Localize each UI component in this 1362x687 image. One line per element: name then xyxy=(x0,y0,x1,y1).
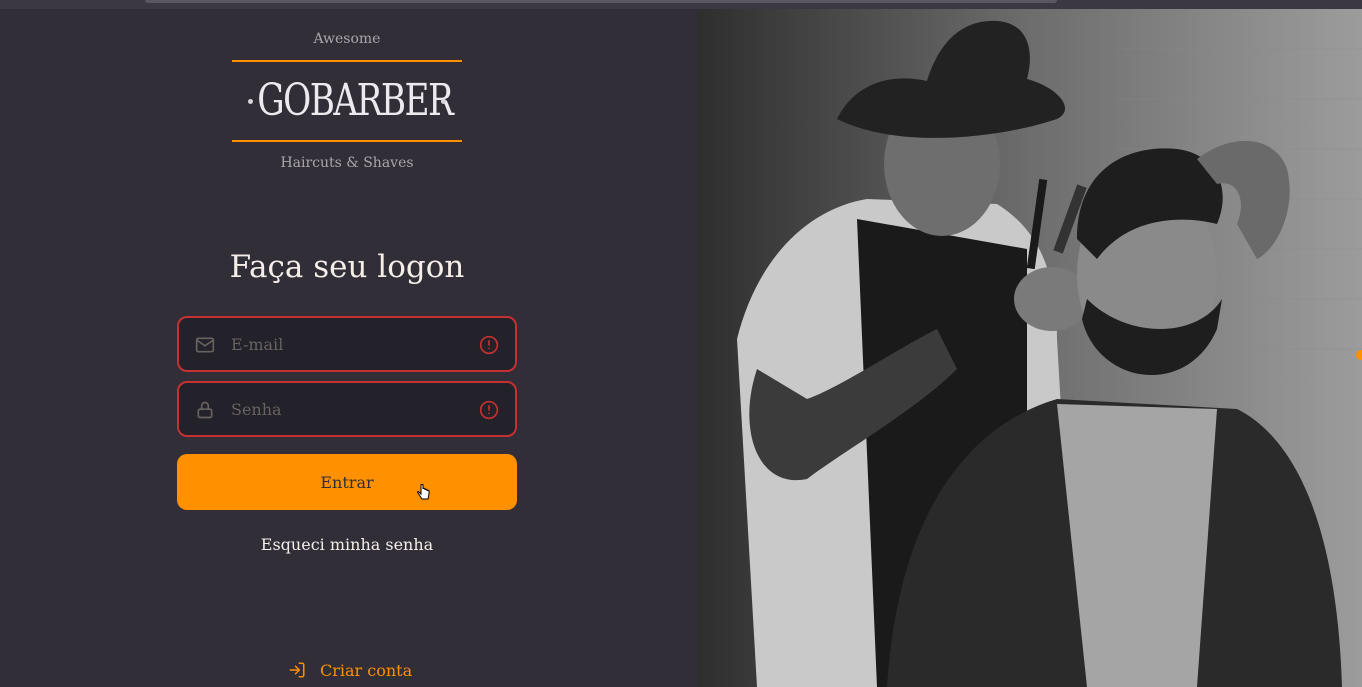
password-field[interactable] xyxy=(177,381,517,437)
page-title: Faça seu logon xyxy=(229,249,465,285)
login-panel: Awesome GOBARBER Haircuts & Shaves Faça … xyxy=(0,9,697,687)
logo-divider-bottom xyxy=(232,140,462,142)
logo-dot-left xyxy=(248,99,253,104)
logo-name: GOBARBER xyxy=(257,75,454,126)
browser-strip xyxy=(0,0,1362,9)
create-account-link[interactable]: Criar conta xyxy=(288,659,412,681)
gobarber-logo: Awesome GOBARBER Haircuts & Shaves xyxy=(232,29,462,179)
logo-divider-top xyxy=(232,60,462,62)
password-input[interactable] xyxy=(231,383,461,435)
submit-button[interactable]: Entrar xyxy=(177,454,517,510)
logo-tagline-bottom: Haircuts & Shaves xyxy=(280,155,414,171)
alert-circle-icon[interactable] xyxy=(479,335,499,355)
log-in-icon xyxy=(289,662,305,678)
barber-hero-image xyxy=(697,9,1362,687)
hand-pointer-cursor-icon xyxy=(417,484,430,500)
scroll-indicator[interactable] xyxy=(1356,350,1362,360)
address-bar-edge xyxy=(145,0,1057,3)
forgot-password-link[interactable]: Esqueci minha senha xyxy=(0,535,694,554)
email-field[interactable] xyxy=(177,316,517,372)
logo-dot-right xyxy=(441,99,446,104)
create-account-label: Criar conta xyxy=(320,660,413,680)
email-input[interactable] xyxy=(231,318,461,370)
lock-icon xyxy=(197,401,213,419)
barber-photo-illustration xyxy=(697,9,1362,687)
logo-tagline-top: Awesome xyxy=(313,31,381,47)
alert-circle-icon[interactable] xyxy=(479,400,499,420)
mail-icon xyxy=(195,337,215,353)
